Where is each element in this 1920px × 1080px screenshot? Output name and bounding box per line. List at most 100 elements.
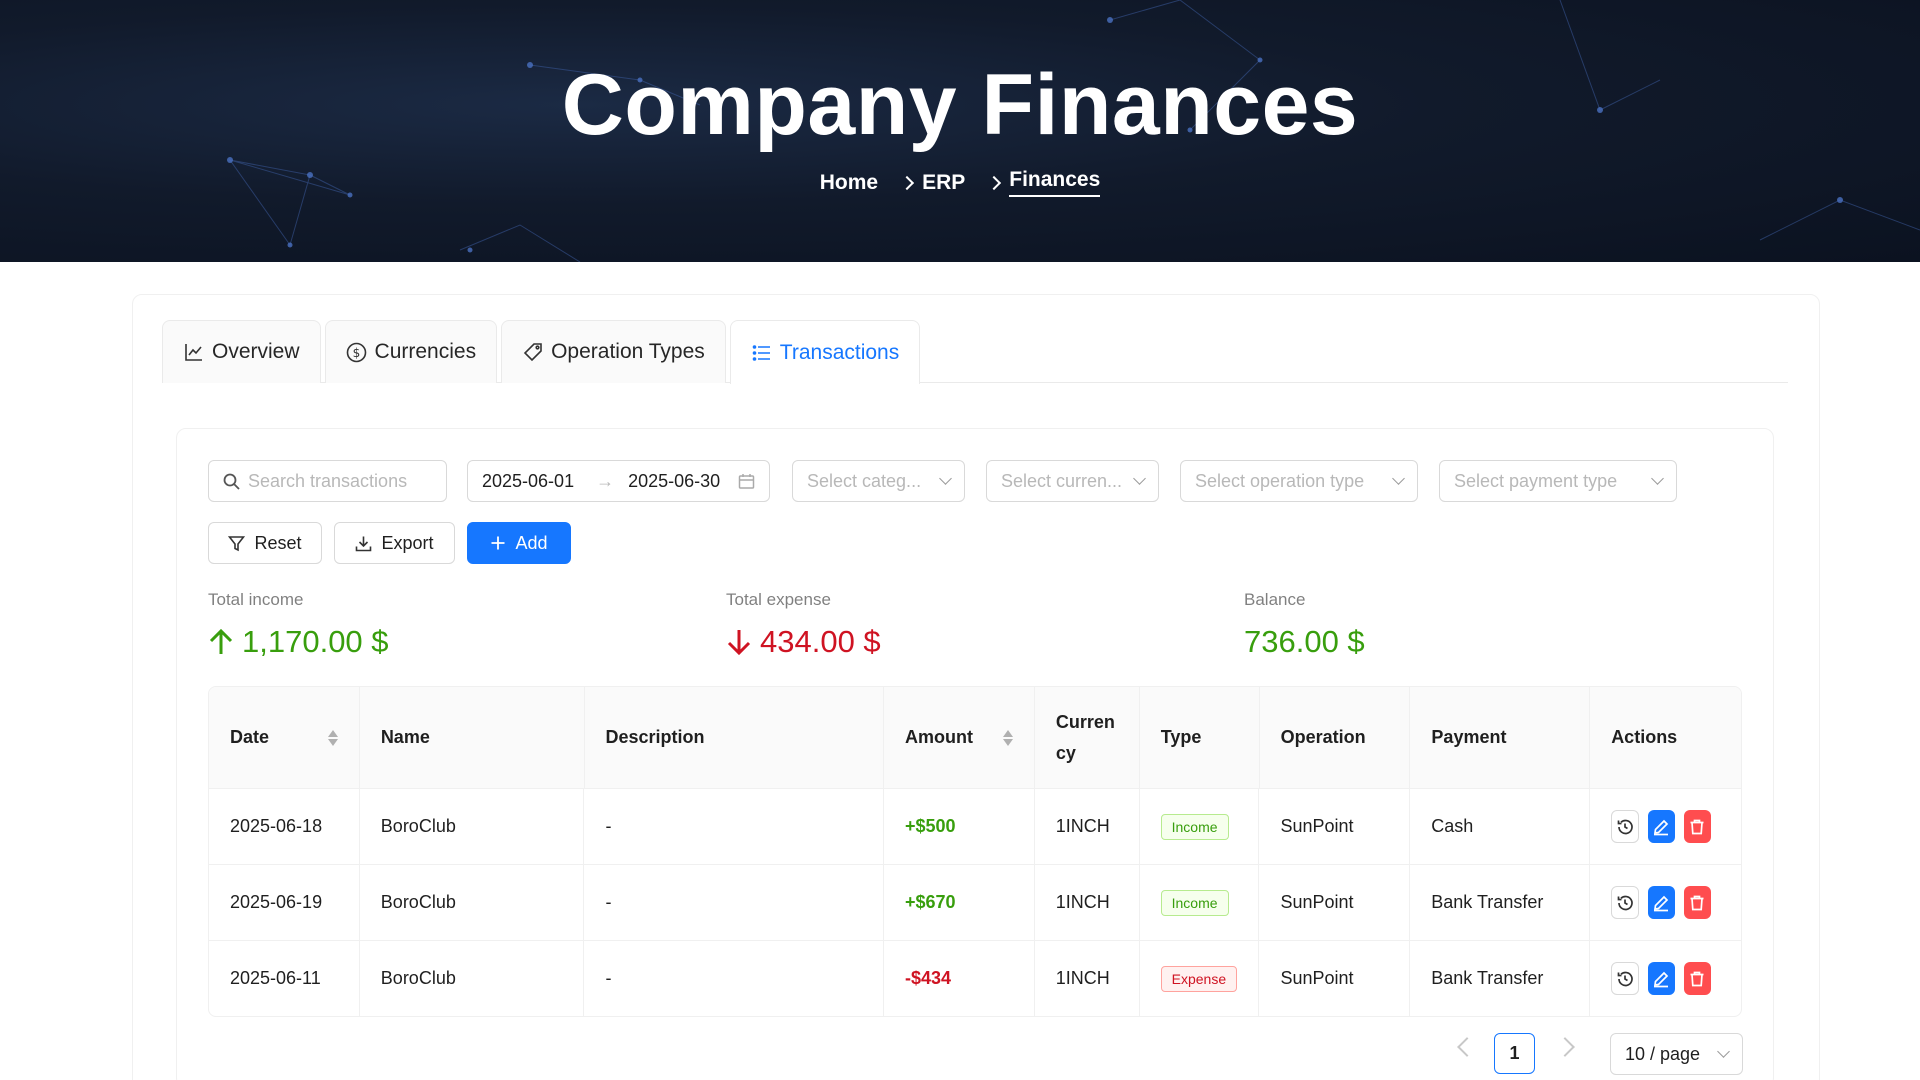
cell-type: Income <box>1140 789 1260 864</box>
category-placeholder: Select categ... <box>807 470 922 491</box>
cell-currency: 1INCH <box>1035 789 1140 864</box>
reset-button[interactable]: Reset <box>208 522 322 564</box>
tab-label: Operation Types <box>551 340 705 363</box>
date-start[interactable]: 2025-06-01 <box>482 471 574 492</box>
currency-select[interactable]: Select curren... <box>986 460 1159 502</box>
column-name: Name <box>359 687 585 788</box>
list-icon <box>751 342 773 364</box>
chevron-down-icon <box>1392 472 1405 485</box>
cell-payment: Bank Transfer <box>1410 865 1591 940</box>
page-title: Company Finances <box>561 57 1359 153</box>
delete-button[interactable] <box>1683 886 1712 919</box>
column-payment: Payment <box>1410 687 1591 788</box>
cell-description: - <box>584 865 884 940</box>
cell-type: Expense <box>1140 941 1260 1016</box>
edit-icon <box>1654 971 1669 987</box>
edit-button[interactable] <box>1647 962 1675 995</box>
edit-button[interactable] <box>1647 810 1675 843</box>
arrow-down-icon <box>726 628 752 656</box>
edit-icon <box>1654 819 1669 835</box>
chevron-down-icon <box>1651 472 1664 485</box>
cell-name: BoroClub <box>360 865 585 940</box>
cell-description: - <box>584 789 884 864</box>
delete-button[interactable] <box>1683 962 1712 995</box>
edit-icon <box>1654 895 1669 911</box>
export-label: Export <box>381 532 434 553</box>
cell-operation: SunPoint <box>1259 941 1411 1016</box>
total-expense-label: Total expense <box>726 590 831 609</box>
column-label: Name <box>380 727 430 747</box>
sort-icon[interactable] <box>327 729 338 746</box>
column-label: Description <box>605 727 705 747</box>
history-button[interactable] <box>1611 962 1639 995</box>
arrow-up-icon <box>208 628 234 656</box>
calendar-icon <box>738 473 755 490</box>
filter-icon <box>228 535 246 552</box>
page-size-select[interactable]: 10 / page <box>1610 1033 1743 1075</box>
breadcrumb-home[interactable]: Home <box>820 171 878 195</box>
arrow-right-icon: → <box>596 470 615 491</box>
page-1-button[interactable]: 1 <box>1494 1033 1535 1074</box>
cell-amount: -$434 <box>884 941 1035 1016</box>
dollar-circle-icon: $ <box>346 341 368 363</box>
history-button[interactable] <box>1611 810 1639 843</box>
history-button[interactable] <box>1611 886 1639 919</box>
chevron-right-icon <box>987 175 1002 190</box>
cell-amount: +$670 <box>884 865 1035 940</box>
date-range-picker[interactable]: 2025-06-01 → 2025-06-30 <box>467 460 770 502</box>
cell-payment: Bank Transfer <box>1410 941 1591 1016</box>
sort-icon[interactable] <box>1002 729 1013 746</box>
column-date[interactable]: Date <box>209 687 360 788</box>
tab-bar: Overview $ Currencies Operation Types Tr… <box>162 320 1788 384</box>
tab-overview[interactable]: Overview <box>162 320 321 383</box>
tab-label: Currencies <box>374 340 477 363</box>
payment-type-select[interactable]: Select payment type <box>1439 460 1677 502</box>
operation-type-placeholder: Select operation type <box>1195 470 1365 491</box>
chevron-down-icon <box>939 472 952 485</box>
breadcrumb-erp[interactable]: ERP <box>922 171 965 195</box>
cell-name: BoroClub <box>360 941 585 1016</box>
breadcrumb-finances: Finances <box>1009 168 1101 197</box>
column-label: Type <box>1160 727 1202 747</box>
table-row: 2025-06-19 BoroClub - +$670 1INCH Income… <box>209 865 1741 941</box>
search-input[interactable]: Search transactions <box>208 460 447 502</box>
export-button[interactable]: Export <box>334 522 455 564</box>
table-row: 2025-06-18 BoroClub - +$500 1INCH Income… <box>209 789 1741 865</box>
hero-banner: Company Finances Home ERP Finances <box>0 0 1920 262</box>
currency-placeholder: Select curren... <box>1001 470 1123 491</box>
tab-transactions[interactable]: Transactions <box>729 320 921 384</box>
column-operation: Operation <box>1259 687 1411 788</box>
column-amount[interactable]: Amount <box>884 687 1035 788</box>
reset-label: Reset <box>254 532 302 553</box>
date-end[interactable]: 2025-06-30 <box>628 471 720 492</box>
cell-currency: 1INCH <box>1035 865 1140 940</box>
column-label: Actions <box>1611 727 1678 747</box>
cell-date: 2025-06-19 <box>209 865 360 940</box>
chevron-down-icon <box>1717 1045 1730 1058</box>
cell-type: Income <box>1140 865 1260 940</box>
trash-icon <box>1690 971 1704 986</box>
delete-button[interactable] <box>1683 810 1712 843</box>
cell-currency: 1INCH <box>1035 941 1140 1016</box>
tab-operation-types[interactable]: Operation Types <box>501 320 726 383</box>
history-icon <box>1617 895 1633 910</box>
category-select[interactable]: Select categ... <box>792 460 965 502</box>
column-label: Curren cy <box>1055 711 1115 763</box>
operation-type-select[interactable]: Select operation type <box>1180 460 1418 502</box>
history-icon <box>1617 819 1633 834</box>
tag-icon <box>522 341 544 363</box>
page-size-label: 10 / page <box>1625 1043 1701 1064</box>
history-icon <box>1617 971 1633 986</box>
tab-currencies[interactable]: $ Currencies <box>324 320 498 383</box>
chevron-right-icon <box>899 175 915 190</box>
total-income-value: 1,170.00 $ <box>208 624 389 660</box>
edit-button[interactable] <box>1647 886 1675 919</box>
column-label: Amount <box>905 727 974 747</box>
cell-amount: +$500 <box>884 789 1035 864</box>
cell-description: - <box>584 941 884 1016</box>
type-tag: Expense <box>1160 965 1238 992</box>
add-button[interactable]: Add <box>467 522 571 564</box>
transactions-table: Date Name Description Amount Curren cy T… <box>208 686 1742 1017</box>
type-tag: Income <box>1160 889 1229 916</box>
add-label: Add <box>515 532 548 553</box>
